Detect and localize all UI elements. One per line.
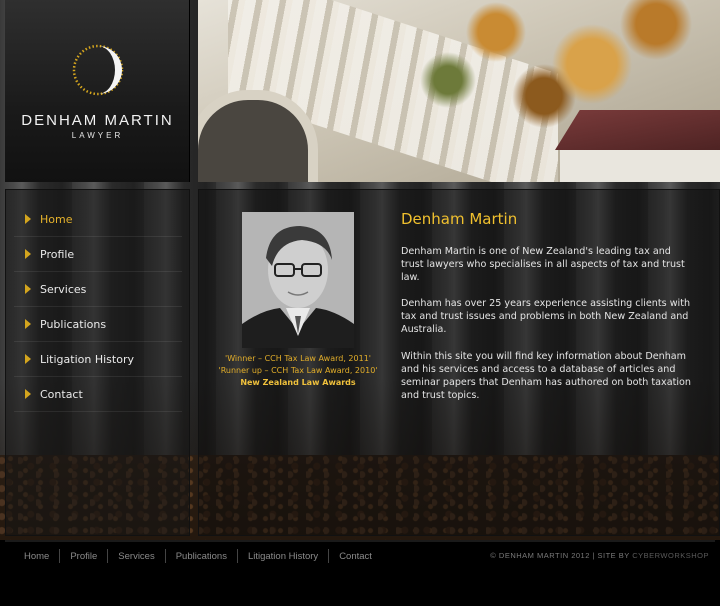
page-title: Denham Martin <box>401 210 518 228</box>
logo-name: DENHAM MARTIN <box>21 112 174 129</box>
footer: Home Profile Services Publications Litig… <box>0 540 720 606</box>
footer-nav: Home Profile Services Publications Litig… <box>14 549 382 563</box>
site-by-link[interactable]: CYBERWORKSHOP <box>632 551 709 560</box>
copyright: © DENHAM MARTIN 2012 | SITE BY CYBERWORK… <box>490 551 709 560</box>
award-caption: 'Runner up – CCH Tax Law Award, 2010' <box>218 366 378 375</box>
main-content: 'Winner – CCH Tax Law Award, 2011' 'Runn… <box>198 189 720 536</box>
footer-link-profile[interactable]: Profile <box>60 551 107 562</box>
sidebar-item-label: Services <box>40 282 87 296</box>
experience-paragraph: Denham has over 25 years experience assi… <box>401 298 691 335</box>
building-wall-image <box>560 150 720 182</box>
logo-subtitle: LAWYER <box>71 131 124 140</box>
footer-link-home[interactable]: Home <box>14 551 59 562</box>
arrow-right-icon <box>25 354 31 364</box>
sidebar-item-profile[interactable]: Profile <box>14 237 182 272</box>
arrow-right-icon <box>25 214 31 224</box>
footer-link-services[interactable]: Services <box>108 551 164 562</box>
arrow-right-icon <box>25 284 31 294</box>
sidebar-item-litigation-history[interactable]: Litigation History <box>14 342 182 377</box>
sidebar-item-home[interactable]: Home <box>14 202 182 237</box>
footer-link-litigation-history[interactable]: Litigation History <box>238 551 328 562</box>
copyright-text: © DENHAM MARTIN 2012 | SITE BY <box>490 551 633 560</box>
sidebar-item-label: Publications <box>40 317 107 331</box>
moon-logo-icon <box>72 44 124 96</box>
roof-image <box>555 110 720 150</box>
sidebar-item-label: Contact <box>40 387 83 401</box>
sidebar-item-services[interactable]: Services <box>14 272 182 307</box>
award-caption: 'Winner – CCH Tax Law Award, 2011' <box>225 354 371 363</box>
footer-link-publications[interactable]: Publications <box>166 551 237 562</box>
portrait-photo <box>242 212 354 348</box>
sidebar-item-contact[interactable]: Contact <box>14 377 182 412</box>
site-info-paragraph: Within this site you will find key infor… <box>401 351 691 401</box>
award-caption: New Zealand Law Awards <box>240 378 356 387</box>
sidebar-nav: Home Profile Services Publications Litig… <box>5 189 190 536</box>
arrow-right-icon <box>25 249 31 259</box>
portrait-image <box>242 212 354 348</box>
footer-link-contact[interactable]: Contact <box>329 551 382 562</box>
logo-panel: DENHAM MARTIN LAWYER <box>5 0 190 182</box>
arrow-right-icon <box>25 389 31 399</box>
footer-divider <box>5 540 715 542</box>
sidebar-item-label: Profile <box>40 247 75 261</box>
sidebar-item-publications[interactable]: Publications <box>14 307 182 342</box>
sidebar-item-label: Litigation History <box>40 352 134 366</box>
header-photo <box>198 0 720 182</box>
sidebar-item-label: Home <box>40 212 73 226</box>
arrow-right-icon <box>25 319 31 329</box>
intro-paragraph: Denham Martin is one of New Zealand's le… <box>401 246 685 283</box>
